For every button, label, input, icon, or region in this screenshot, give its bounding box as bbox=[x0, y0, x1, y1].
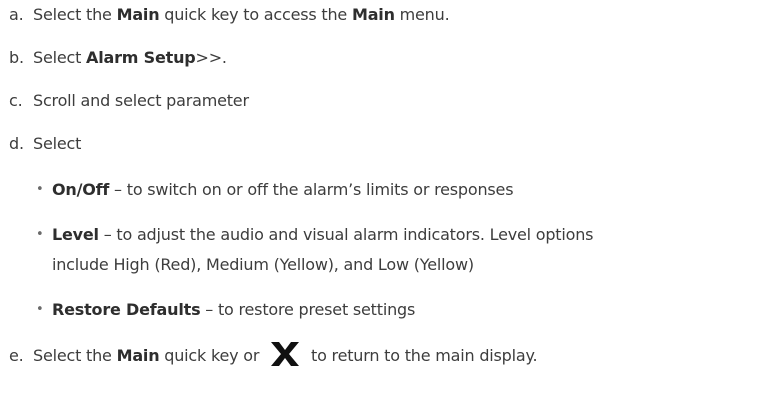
bold-term: On/Off bbox=[52, 180, 110, 199]
step-text: quick key to access the bbox=[159, 5, 352, 24]
bold-term: Main bbox=[351, 5, 395, 24]
step-letter: b. bbox=[9, 48, 24, 67]
item-text: – to adjust the audio and visual alarm i… bbox=[98, 225, 594, 244]
step-d: d. Select bbox=[9, 133, 81, 155]
step-text: Select bbox=[33, 48, 87, 67]
step-letter: d. bbox=[9, 134, 24, 153]
step-text: to return to the main display. bbox=[306, 346, 538, 365]
step-text: >>. bbox=[195, 48, 228, 67]
item-text: – to switch on or off the alarm’s limits… bbox=[109, 180, 514, 199]
step-b: b. Select Alarm Setup>>. bbox=[9, 47, 227, 69]
bullet-icon: • bbox=[36, 302, 44, 317]
step-letter: c. bbox=[9, 91, 23, 110]
step-c: c. Scroll and select parameter bbox=[9, 90, 249, 112]
step-letter: e. bbox=[9, 346, 24, 365]
step-text: Select the bbox=[33, 5, 117, 24]
item-text: – to restore preset settings bbox=[200, 300, 416, 319]
bold-term: Level bbox=[52, 225, 99, 244]
list-item-level: • Level – to adjust the audio and visual… bbox=[36, 220, 762, 280]
step-text: menu. bbox=[394, 5, 450, 24]
list-item-on-off: • On/Off – to switch on or off the alarm’… bbox=[36, 175, 514, 205]
bold-term: Restore Defaults bbox=[52, 300, 201, 319]
bullet-icon: • bbox=[36, 182, 44, 197]
bold-term: Main bbox=[116, 346, 160, 365]
list-item-restore-defaults: • Restore Defaults – to restore preset se… bbox=[36, 295, 416, 325]
close-x-icon bbox=[271, 341, 300, 366]
bold-term: Alarm Setup bbox=[86, 48, 196, 67]
bold-term: Main bbox=[116, 5, 160, 24]
step-text: Select bbox=[33, 134, 82, 153]
bullet-icon: • bbox=[36, 227, 44, 242]
step-e: e. Select the Main quick key or to return… bbox=[9, 341, 538, 367]
instruction-document: a. Select the Main quick key to access th… bbox=[0, 0, 770, 399]
step-a: a. Select the Main quick key to access th… bbox=[9, 4, 450, 26]
step-text: Scroll and select parameter bbox=[33, 91, 249, 110]
item-line: include High (Red), Medium (Yellow), and… bbox=[52, 255, 474, 274]
item-line: Level – to adjust the audio and visual a… bbox=[52, 220, 762, 250]
step-text: quick key or bbox=[159, 346, 265, 365]
step-letter: a. bbox=[9, 5, 24, 24]
step-text: Select the bbox=[33, 346, 117, 365]
